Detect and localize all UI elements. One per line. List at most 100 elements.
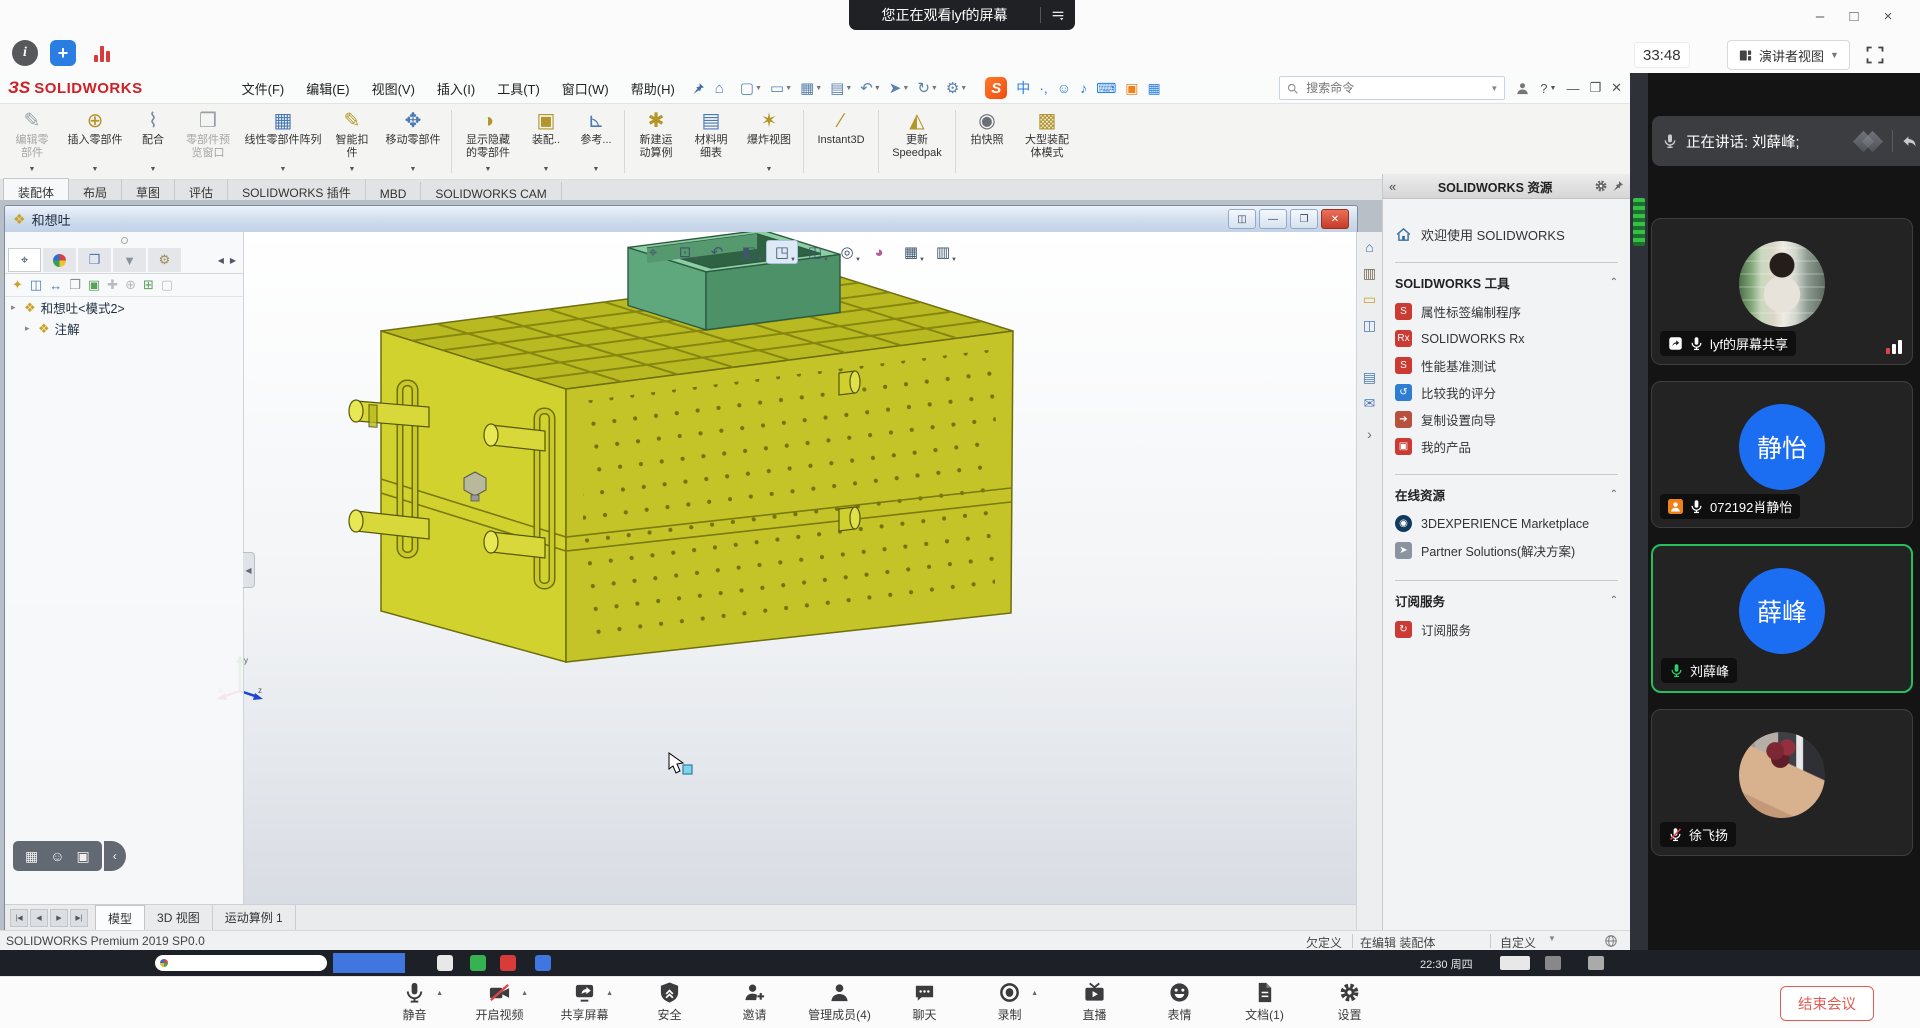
tree-tool-icon[interactable]: ↔: [49, 278, 62, 293]
manager-tab[interactable]: ❒: [78, 248, 111, 272]
doc-pane-button[interactable]: ◫: [1228, 209, 1256, 229]
view-tool-button[interactable]: ▼: [734, 241, 764, 263]
sogou-logo[interactable]: S: [985, 77, 1007, 99]
tab-scroll-arrows[interactable]: ◀▶: [218, 256, 240, 265]
taskbar-app-icon[interactable]: [437, 955, 453, 971]
task-pane-item[interactable]: ◉ 3DEXPERIENCE Marketplace: [1395, 510, 1618, 537]
participant-tile[interactable]: 静怡 072192肖静怡: [1651, 381, 1913, 528]
model-tab[interactable]: 模型: [95, 905, 145, 931]
command-button[interactable]: ▦ 线性零部件阵列 ▼: [243, 106, 323, 177]
task-pane-flyout-arrow[interactable]: ›: [1367, 426, 1372, 442]
participant-tile[interactable]: lyf的屏幕共享: [1651, 218, 1913, 365]
ime-button[interactable]: ▣: [1125, 78, 1138, 98]
task-pane-item[interactable]: ▣ 我的产品: [1395, 433, 1618, 460]
globe-icon[interactable]: [1604, 934, 1618, 948]
command-button[interactable]: ▤ 材料明 细表 ▼: [687, 106, 735, 177]
tray-icon[interactable]: [1500, 956, 1530, 970]
expand-caret-icon[interactable]: ▸: [11, 302, 19, 313]
back-arrow-icon[interactable]: [1901, 133, 1918, 150]
taskbar-app-icon[interactable]: [470, 955, 486, 971]
task-pane-item[interactable]: S 属性标签编制程序: [1395, 298, 1618, 325]
tree-tool-icon[interactable]: ⊕: [125, 277, 136, 293]
tab-nav-button[interactable]: ▶|: [70, 909, 88, 927]
caret-up-icon[interactable]: ▲: [606, 990, 613, 997]
manager-tab[interactable]: ▼: [113, 248, 146, 272]
menu-item[interactable]: 工具(T): [486, 74, 551, 103]
tree-node[interactable]: ▸ ❖ 注解: [5, 318, 243, 339]
command-button[interactable]: ▼: [451, 110, 452, 173]
ime-float-icon[interactable]: ▦: [25, 848, 38, 865]
command-button[interactable]: ⌇ 配合 ▼: [133, 106, 173, 177]
command-search[interactable]: ▼: [1279, 76, 1505, 100]
quick-access-button[interactable]: ▦ ▼: [796, 79, 826, 97]
task-pane-tab[interactable]: ▥: [1358, 260, 1382, 286]
ime-button[interactable]: ☺: [1057, 78, 1071, 98]
meeting-toolbar-button[interactable]: 文档(1) ▲: [1222, 981, 1307, 1023]
command-button[interactable]: ▼: [803, 110, 804, 173]
tray-icon[interactable]: [1588, 956, 1604, 970]
task-pane-tab[interactable]: ◫: [1358, 312, 1382, 338]
meeting-toolbar-button[interactable]: 录制 ▲: [967, 981, 1052, 1023]
tree-tool-icon[interactable]: ❒: [69, 277, 81, 293]
taskbar-search[interactable]: [155, 955, 327, 971]
quick-access-button[interactable]: ↶ ▼: [856, 79, 885, 97]
menu-item[interactable]: 视图(V): [361, 74, 426, 103]
task-pane-item[interactable]: Rx SOLIDWORKS Rx: [1395, 325, 1618, 352]
command-button[interactable]: ✎ 智能扣 件 ▼: [329, 106, 375, 177]
chevron-down-icon[interactable]: ▼: [1490, 84, 1498, 93]
task-pane-tab[interactable]: ⌂: [1358, 234, 1382, 260]
graphics-area[interactable]: y x z ▼ ▼: [5, 232, 1357, 904]
section-title[interactable]: 订阅服务 ⌃: [1395, 591, 1618, 610]
task-pane-tab[interactable]: ✉: [1358, 390, 1382, 416]
task-pane-tab[interactable]: ▤: [1358, 364, 1382, 390]
menu-item[interactable]: 编辑(E): [295, 74, 360, 103]
quick-access-button[interactable]: ▭ ▼: [766, 79, 796, 97]
panel-collapse-tab[interactable]: ◀: [243, 552, 255, 588]
meeting-toolbar-button[interactable]: 管理成员(4) ▲: [797, 981, 882, 1023]
ime-button[interactable]: ▦: [1148, 78, 1161, 98]
custom-status[interactable]: 自定义: [1500, 934, 1536, 951]
collapse-icon[interactable]: «: [1389, 179, 1396, 194]
caret-up-icon[interactable]: ▲: [1031, 990, 1038, 997]
command-button[interactable]: ✶ 爆炸视图 ▼: [741, 106, 797, 177]
model-tab[interactable]: 运动算例 1: [213, 905, 296, 931]
help-button[interactable]: ?▼: [1540, 81, 1556, 96]
command-button[interactable]: ✎ 编辑零 部件 ▼: [7, 106, 57, 177]
caret-up-icon[interactable]: ▲: [436, 990, 443, 997]
meeting-toolbar-button[interactable]: 直播 ▲: [1052, 981, 1137, 1023]
ime-float-icon[interactable]: ▣: [77, 848, 90, 865]
welcome-link[interactable]: 欢迎使用 SOLIDWORKS: [1395, 225, 1618, 244]
view-tool-button[interactable]: ▼: [670, 241, 700, 263]
view-tool-button[interactable]: ▼: [896, 241, 926, 263]
ime-button[interactable]: ⌨: [1096, 78, 1116, 98]
task-pane-tab[interactable]: [1358, 338, 1382, 364]
add-button[interactable]: +: [50, 40, 76, 66]
doc-minimize-button[interactable]: —: [1259, 209, 1287, 229]
menu-item[interactable]: 文件(F): [231, 74, 296, 103]
meeting-toolbar-button[interactable]: 表情 ▲: [1137, 981, 1222, 1023]
command-button[interactable]: ▣ 装配.. ▼: [524, 106, 568, 177]
view-tool-button[interactable]: ▼: [766, 240, 798, 264]
menu-item[interactable]: 窗口(W): [551, 74, 620, 103]
meeting-toolbar-button[interactable]: 聊天 ▲: [882, 981, 967, 1023]
quick-access-button[interactable]: ▤ ▼: [826, 79, 856, 97]
meeting-info-button[interactable]: i: [12, 40, 38, 66]
command-button[interactable]: ❒ 零部件预 览窗口 ▼: [179, 106, 237, 177]
manager-tab[interactable]: [43, 248, 76, 272]
command-button[interactable]: ◑ 显示隐藏 的零部件 ▼: [458, 106, 518, 177]
gear-icon[interactable]: [1594, 179, 1608, 193]
tray-icon[interactable]: [1545, 956, 1561, 970]
task-pane-item[interactable]: S 性能基准测试: [1395, 352, 1618, 379]
tree-tool-icon[interactable]: ⊞: [143, 277, 154, 293]
doc-close-button[interactable]: ✕: [1321, 209, 1349, 229]
sw-minimize-button[interactable]: —: [1566, 81, 1579, 96]
view-mode-button[interactable]: 演讲者视图 ▼: [1727, 40, 1850, 70]
section-title[interactable]: 在线资源 ⌃: [1395, 485, 1618, 504]
end-meeting-button[interactable]: 结束会议: [1780, 986, 1874, 1021]
command-button[interactable]: ▼: [955, 110, 956, 173]
quick-access-button[interactable]: ↻ ▼: [913, 79, 942, 97]
ime-button[interactable]: ♪: [1080, 78, 1087, 98]
tree-tool-icon[interactable]: ✦: [12, 277, 23, 293]
command-button[interactable]: ✱ 新建运 动算例 ▼: [631, 106, 681, 177]
banner-menu-button[interactable]: [1041, 7, 1075, 23]
